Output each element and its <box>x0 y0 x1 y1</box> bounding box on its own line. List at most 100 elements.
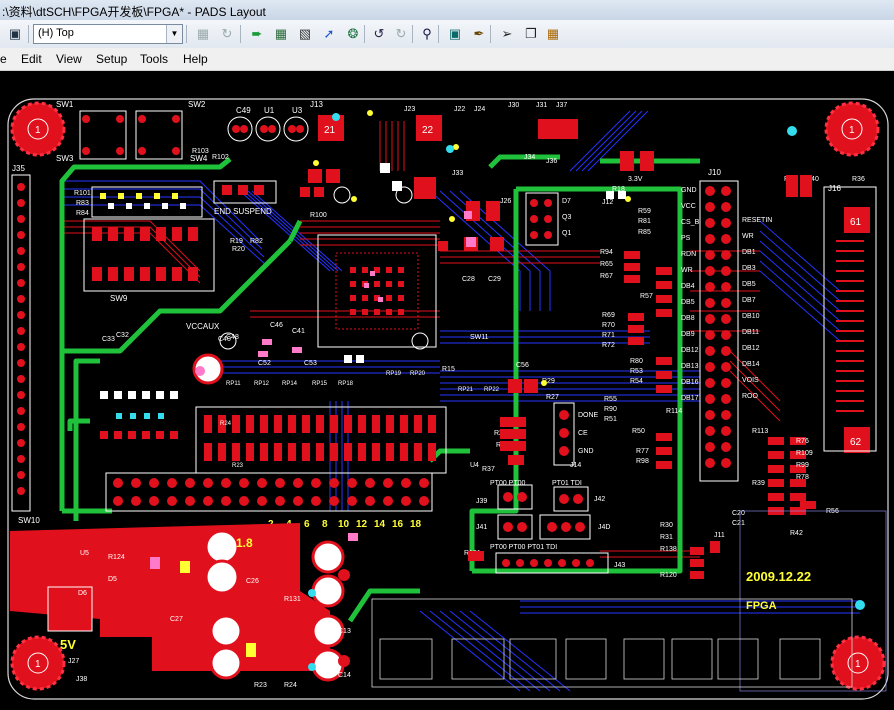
pin-label: VOIS <box>742 377 759 384</box>
redo-icon[interactable]: ↻ <box>390 23 412 45</box>
ref-label: C21 <box>732 520 745 527</box>
ref-label: RP15 <box>312 381 328 387</box>
menu-help[interactable]: Help <box>183 52 208 66</box>
status-text: END SUSPEND <box>214 207 272 216</box>
redo-gray-icon[interactable]: ↻ <box>216 23 238 45</box>
pad-label: 22 <box>422 125 434 136</box>
ref-label: R69 <box>602 312 615 319</box>
ref-label: C28 <box>462 276 475 283</box>
pin-label: DB7 <box>742 297 756 304</box>
ref-label: R80 <box>630 358 643 365</box>
ref-label: RP12 <box>254 381 270 387</box>
connector-label: J37 <box>556 102 567 109</box>
menu-file[interactable]: e <box>0 52 7 66</box>
ref-label: R19 <box>230 238 243 245</box>
open-icon[interactable]: ▦ <box>192 23 214 45</box>
connector-label: J16 <box>828 184 841 193</box>
connector-label: J33 <box>452 170 463 177</box>
layer-dropdown[interactable]: (H) Top ▼ <box>33 24 183 44</box>
ref-label: R67 <box>600 273 613 280</box>
save-icon[interactable]: ▣ <box>4 23 26 45</box>
undo-icon[interactable]: ↺ <box>368 23 390 45</box>
zoom-icon[interactable]: ⚲ <box>416 23 438 45</box>
connector-label: J42 <box>594 496 605 503</box>
ref-label: R76 <box>796 438 809 445</box>
pin-label: GND <box>681 187 697 194</box>
menu-setup[interactable]: Setup <box>96 52 127 66</box>
paint-icon[interactable]: ✒ <box>468 23 490 45</box>
voltage-label: 5V <box>60 637 76 652</box>
ref-label: C29 <box>488 276 501 283</box>
connector-label: J41 <box>476 524 487 531</box>
menu-tools[interactable]: Tools <box>140 52 168 66</box>
toolbar-separator <box>240 25 241 43</box>
ref-label: R36 <box>852 176 865 183</box>
menu-view[interactable]: View <box>56 52 82 66</box>
status-text: PT01 TDI <box>552 480 582 487</box>
ref-label: RP21 <box>458 387 474 393</box>
copy-icon[interactable]: ❐ <box>520 23 542 45</box>
via-icon[interactable]: ❂ <box>342 23 364 45</box>
grid-icon[interactable]: ▦ <box>542 23 564 45</box>
switch-label: SW11 <box>470 334 489 341</box>
toolbar-separator <box>186 25 187 43</box>
pin-label: DB10 <box>742 313 760 320</box>
ref-label: R101 <box>74 190 91 197</box>
query-icon[interactable]: ➢ <box>496 23 518 45</box>
ref-label: R114 <box>666 408 682 415</box>
pin-label: GND <box>578 448 594 455</box>
pin-label: DB4 <box>681 283 695 290</box>
strip-number: 10 <box>338 519 350 530</box>
ref-label: R100 <box>310 212 327 219</box>
chevron-down-icon[interactable]: ▼ <box>166 25 182 43</box>
ref-label: RP14 <box>282 381 298 387</box>
view-icon[interactable]: ▣ <box>444 23 466 45</box>
pad-icon[interactable]: ▧ <box>294 23 316 45</box>
status-text: 3.3V <box>628 176 643 183</box>
ref-label: R15 <box>442 366 455 373</box>
toolbar-separator <box>364 25 365 43</box>
ref-label: R24 <box>284 682 297 689</box>
svg-text:1: 1 <box>35 125 41 136</box>
connector-label: J39 <box>476 498 487 505</box>
strip-number: 12 <box>356 519 368 530</box>
ref-label: R124 <box>108 554 125 561</box>
ref-label: R90 <box>604 406 617 413</box>
route-icon[interactable]: ➨ <box>246 23 268 45</box>
leds: C49 U1 U3 J13 <box>227 100 323 142</box>
menu-edit[interactable]: Edit <box>21 52 42 66</box>
line-icon[interactable]: ➚ <box>318 23 340 45</box>
ref-label: C13 <box>338 628 351 635</box>
pin-label: DB12 <box>742 345 760 352</box>
ref-label: R77 <box>636 448 649 455</box>
ref-label: C33 <box>102 336 115 343</box>
ref-label: C49 <box>236 106 251 115</box>
ref-label: R55 <box>604 396 617 403</box>
connector-label: J27 <box>68 658 79 665</box>
connector-label: J24 <box>474 106 485 113</box>
pin-label: DONE <box>578 412 599 419</box>
ref-label: Q1 <box>562 230 571 237</box>
ref-label: R94 <box>600 249 613 256</box>
pin-label: RDN <box>681 251 696 258</box>
pcb-board-svg[interactable]: 1 1 1 1 21 22 61 62 J35 J10 GND VCC CS_B… <box>0 71 894 705</box>
switch-label: SW2 <box>188 100 206 109</box>
toolbar: ▣ (H) Top ▼ ▦ ↻ ➨ ▦ ▧ ➚ ❂ ↺ ↻ ⚲ ▣ ✒ ➢ ❐ … <box>0 20 894 49</box>
end-suspend-block: END SUSPEND <box>213 180 277 216</box>
pin-label: WR <box>681 267 693 274</box>
pcb-canvas[interactable]: 1 1 1 1 21 22 61 62 J35 J10 GND VCC CS_B… <box>0 71 894 705</box>
toolbar-separator <box>412 25 413 43</box>
pin-label: CS_B <box>681 219 700 226</box>
ref-label: D5 <box>108 576 117 583</box>
switch-label: SW3 <box>56 154 74 163</box>
ref-label: R42 <box>790 530 803 537</box>
board-icon[interactable]: ▦ <box>270 23 292 45</box>
switch-label: SW4 <box>190 154 208 163</box>
ref-label: R57 <box>640 293 653 300</box>
ref-label: RP18 <box>338 381 354 387</box>
ref-label: D6 <box>78 590 87 597</box>
pin-label: DB13 <box>681 363 699 370</box>
ref-label: C46 <box>270 322 283 329</box>
strip-number: 8 <box>322 519 328 530</box>
title-bar: :\资料\dtSCH\FPGA开发板\FPGA* - PADS Layout <box>0 0 894 21</box>
